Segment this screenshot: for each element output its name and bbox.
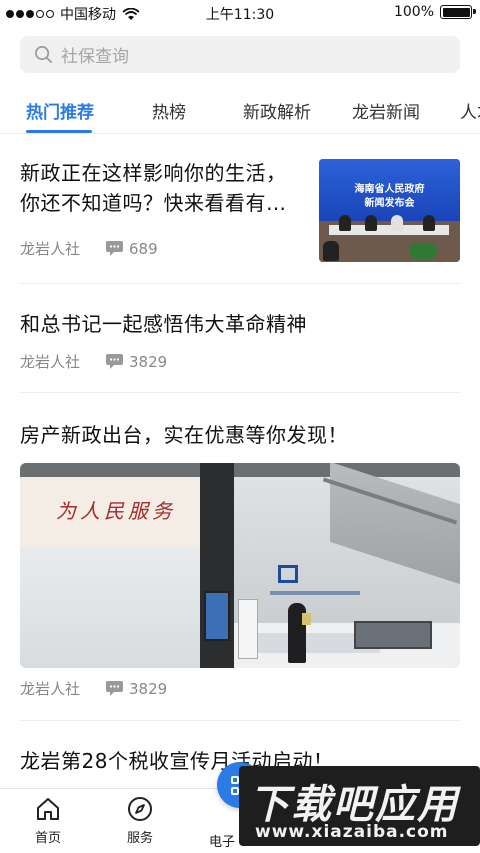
article-source: 龙岩人社 [20,680,81,698]
search-placeholder: 社保查询 [61,47,129,67]
article-source: 龙岩人社 [20,240,81,258]
comment-icon [106,681,124,696]
comment-icon [106,354,124,369]
article-title: 新政正在这样影响你的生活， 你还不知道吗？快来看看有… [20,161,287,215]
tab-talent[interactable]: 人才 [460,98,480,123]
article-title: 和总书记一起感悟伟大革命精神 [20,312,307,336]
tab-hot-list[interactable]: 热榜 [152,98,186,123]
article-source: 龙岩人社 [20,353,81,371]
compass-icon [128,797,152,821]
battery-icon [440,5,476,19]
article-thumbnail[interactable]: 海南省人民政府 新闻发布会 [319,159,460,262]
article-meta: 龙岩人社 3829 [20,678,460,699]
comment-count: 689 [129,239,158,258]
article-item[interactable]: 和总书记一起感悟伟大革命精神 龙岩人社 3829 [20,309,460,372]
tab-longyan-news[interactable]: 龙岩新闻 [352,98,420,123]
active-tab-indicator [26,130,92,133]
article-item[interactable]: 房产新政出台，实在优惠等你发现！ [20,420,460,450]
battery-percent: 100% [393,4,434,20]
watermark-url: www.xiazaiba.com [255,822,449,842]
comment-count: 3829 [129,679,168,698]
divider [20,392,460,393]
divider [20,283,460,284]
comment-count: 3829 [129,352,168,371]
article-title: 房产新政出台，实在优惠等你发现！ [20,423,348,447]
nav-service[interactable]: 服务 [110,795,170,846]
article-meta: 龙岩人社 3829 [20,351,460,372]
article-meta-row: 龙岩人社 3829 [20,678,460,699]
divider [20,720,460,721]
status-bar: 中国移动 上午11:30 100% [0,0,480,26]
search-bar[interactable]: 社保查询 [20,36,460,73]
tab-policy-analysis[interactable]: 新政解析 [243,98,311,123]
search-icon [35,46,52,63]
nav-home[interactable]: 首页 [18,795,78,846]
home-icon [37,798,59,820]
watermark: 下载吧应用 www.xiazaiba.com [239,766,480,846]
tab-hot-recommend[interactable]: 热门推荐 [26,98,94,123]
comment-icon [106,241,124,256]
article-image[interactable]: 为人民服务 [20,463,460,668]
category-tabs: 热门推荐 热榜 新政解析 龙岩新闻 人才 [0,84,480,134]
